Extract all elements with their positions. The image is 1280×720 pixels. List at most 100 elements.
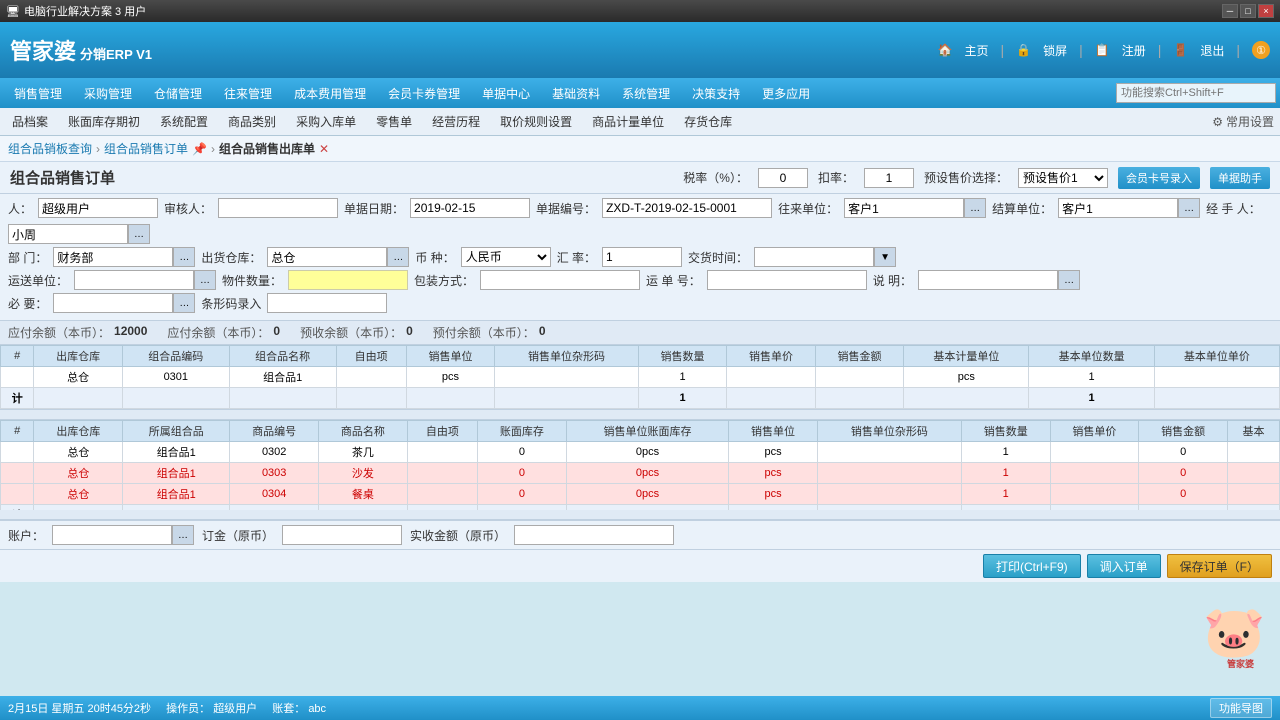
ship-unit-input[interactable] (74, 270, 194, 290)
lock-link[interactable]: 锁屏 (1043, 42, 1067, 59)
nav-costs[interactable]: 成本费用管理 (284, 81, 376, 106)
table-row[interactable]: 总仓 组合品1 0302 茶几 0 0pcs pcs 1 0 (1, 442, 1280, 463)
top-hscroll[interactable] (0, 410, 1280, 420)
function-map-button[interactable]: 功能导图 (1210, 698, 1272, 718)
operator-input[interactable] (38, 198, 158, 218)
cell-sale-amount (815, 367, 903, 388)
bot-table-header-row: # 出库仓库 所属组合品 商品编号 商品名称 自由项 账面库存 销售单位账面库存… (1, 421, 1280, 442)
maximize-button[interactable]: □ (1240, 4, 1256, 18)
save-button[interactable]: 保存订单（F） (1167, 554, 1272, 578)
toolbar-retail[interactable]: 零售单 (370, 111, 418, 132)
bc-barcode2 (817, 463, 961, 484)
info-icon[interactable]: ① (1252, 41, 1270, 59)
auditor-input[interactable] (218, 198, 338, 218)
nav-transactions[interactable]: 往来管理 (214, 81, 282, 106)
nav-data[interactable]: 基础资料 (542, 81, 610, 106)
table-row[interactable]: 总仓 组合品1 0304 餐桌 0 0pcs pcs 1 0 (1, 484, 1280, 505)
toolbar-balance[interactable]: 账面库存期初 (62, 111, 146, 132)
bc-query[interactable]: 组合品销板查询 (8, 140, 92, 157)
currency-select[interactable]: 人民币 (461, 247, 551, 267)
remark-dots[interactable]: … (1058, 270, 1080, 290)
toolbar-product-archive[interactable]: 品档案 (6, 111, 54, 132)
toolbar-category[interactable]: 商品类别 (222, 111, 282, 132)
import-button[interactable]: 调入订单 (1087, 554, 1161, 578)
register-link[interactable]: 注册 (1122, 42, 1146, 59)
nav-more[interactable]: 更多应用 (752, 81, 820, 106)
settings-button[interactable]: ⚙ 常用设置 (1212, 113, 1274, 130)
bth-warehouse: 出库仓库 (34, 421, 123, 442)
warehouse-input[interactable] (267, 247, 387, 267)
bc-product-name: 茶几 (319, 442, 408, 463)
date-input[interactable] (410, 198, 530, 218)
receivable-item: 应付余额（本币）： 0 (167, 324, 280, 341)
discount-rate-input[interactable] (864, 168, 914, 188)
pack-input[interactable] (480, 270, 640, 290)
footer-right: 功能导图 (1210, 698, 1272, 718)
nav-warehouse[interactable]: 仓储管理 (144, 81, 212, 106)
settle-unit-input[interactable] (1058, 198, 1178, 218)
toolbar-warehouse[interactable]: 存货仓库 (678, 111, 738, 132)
handler-input[interactable] (8, 224, 128, 244)
bc-order[interactable]: 组合品销售订单 (104, 140, 188, 157)
window-controls[interactable]: ─ □ × (1222, 4, 1274, 18)
barcode-input[interactable] (267, 293, 387, 313)
order-input[interactable] (282, 525, 402, 545)
nav-purchase[interactable]: 采购管理 (74, 81, 142, 106)
nav-decision[interactable]: 决策支持 (682, 81, 750, 106)
tax-rate-input[interactable] (758, 168, 808, 188)
parts-count-input[interactable] (288, 270, 408, 290)
bot-hscroll[interactable] (0, 510, 1280, 520)
dept-input[interactable] (53, 247, 173, 267)
toolbar-price-rule[interactable]: 取价规则设置 (494, 111, 578, 132)
table-row[interactable]: 总仓 组合品1 0303 沙发 0 0pcs pcs 1 0 (1, 463, 1280, 484)
required-dots[interactable]: … (173, 293, 195, 313)
actual-input[interactable] (514, 525, 674, 545)
th-num: # (1, 346, 34, 367)
toolbar-unit[interactable]: 商品计量单位 (586, 111, 670, 132)
search-bar[interactable] (1116, 83, 1276, 103)
th-warehouse: 出库仓库 (34, 346, 122, 367)
nav-member[interactable]: 会员卡券管理 (378, 81, 470, 106)
remark-input[interactable] (918, 270, 1058, 290)
assist-button[interactable]: 单据助手 (1210, 167, 1270, 189)
handler-dots[interactable]: … (128, 224, 150, 244)
to-unit-input[interactable] (844, 198, 964, 218)
toolbar-purchase-in[interactable]: 采购入库单 (290, 111, 362, 132)
cell-sale-qty: 1 (638, 367, 726, 388)
toolbar-history[interactable]: 经营历程 (426, 111, 486, 132)
dept-dots[interactable]: … (173, 247, 195, 267)
warehouse-dots[interactable]: … (387, 247, 409, 267)
bc-close-icon[interactable]: ✕ (319, 142, 329, 156)
trade-time-dots[interactable]: ▼ (874, 247, 896, 267)
settle-unit-dots[interactable]: … (1178, 198, 1200, 218)
account-dots[interactable]: … (172, 525, 194, 545)
home-link[interactable]: 主页 (965, 42, 989, 59)
bc-unit-stock: 0pcs (566, 442, 728, 463)
header-nav[interactable]: 🏠 主页 | 🔒 锁屏 | 📋 注册 | 🚪 退出 | ① (938, 41, 1270, 59)
bc-qty2: 1 (961, 463, 1050, 484)
close-button[interactable]: × (1258, 4, 1274, 18)
bc-amount3: 0 (1139, 484, 1228, 505)
required-input[interactable] (53, 293, 173, 313)
minimize-button[interactable]: ─ (1222, 4, 1238, 18)
toolbar-config[interactable]: 系统配置 (154, 111, 214, 132)
cell-base-qty: 1 (1029, 367, 1154, 388)
ship-no-input[interactable] (707, 270, 867, 290)
to-unit-dots[interactable]: … (964, 198, 986, 218)
nav-vouchers[interactable]: 单据中心 (472, 81, 540, 106)
preset-price-select[interactable]: 预设售价1 (1018, 168, 1108, 188)
exchange-input[interactable] (602, 247, 682, 267)
nav-sales[interactable]: 销售管理 (4, 81, 72, 106)
member-card-button[interactable]: 会员卡号录入 (1118, 167, 1200, 189)
table-row[interactable]: 总仓 0301 组合品1 pcs 1 pcs 1 (1, 367, 1280, 388)
search-input[interactable] (1116, 83, 1276, 103)
page-header: 组合品销售订单 税率（%）： 扣率： 预设售价选择： 预设售价1 会员卡号录入 … (0, 162, 1280, 194)
nav-system[interactable]: 系统管理 (612, 81, 680, 106)
ship-unit-dots[interactable]: … (194, 270, 216, 290)
print-button[interactable]: 打印(Ctrl+F9) (983, 554, 1081, 578)
account-input[interactable] (52, 525, 172, 545)
logout-link[interactable]: 退出 (1200, 42, 1224, 59)
number-input[interactable] (602, 198, 772, 218)
prepaid-label: 预收余额（本币）： (300, 324, 402, 341)
trade-time-input[interactable] (754, 247, 874, 267)
